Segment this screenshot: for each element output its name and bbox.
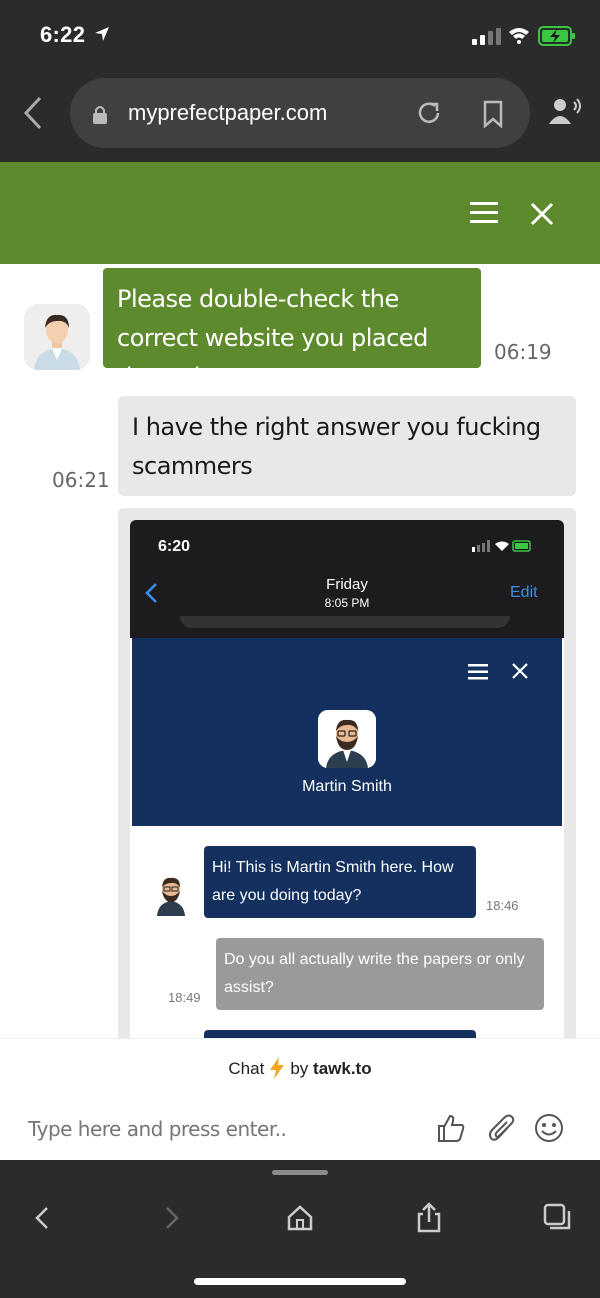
smiley-icon[interactable] <box>534 1113 564 1143</box>
menu-icon <box>468 664 488 680</box>
chat-header <box>0 162 600 264</box>
chat-label: Chat <box>228 1059 265 1078</box>
paperclip-icon[interactable] <box>488 1113 516 1143</box>
bookmark-icon[interactable] <box>482 100 504 128</box>
home-indicator <box>194 1278 406 1285</box>
back-icon[interactable] <box>28 1202 58 1234</box>
brand-label: tawk.to <box>313 1059 372 1078</box>
screenshot-message-time: 18:49 <box>168 990 201 1005</box>
visitor-message: I have the right answer you fucking scam… <box>118 396 576 496</box>
screenshot-agent-name: Martin Smith <box>302 778 392 795</box>
close-icon <box>512 663 528 679</box>
toolbar-handle[interactable] <box>272 1170 328 1175</box>
screenshot-agent-message: Hi! This is Martin Smith here. How are y… <box>204 846 476 918</box>
screenshot-date: 8:05 PM <box>324 596 370 610</box>
powered-by[interactable]: Chat by tawk.to <box>0 1057 600 1079</box>
lock-icon <box>93 106 107 124</box>
reload-icon[interactable] <box>416 100 442 126</box>
battery-icon <box>538 26 575 46</box>
browser-address-row: myprefectpaper.com <box>0 72 600 162</box>
thumbs-up-icon[interactable] <box>436 1113 466 1143</box>
lightning-icon <box>270 1057 285 1079</box>
agent-avatar <box>24 304 90 370</box>
close-icon[interactable] <box>530 202 554 226</box>
screenshot-agent-avatar <box>318 710 376 768</box>
home-icon[interactable] <box>285 1202 315 1234</box>
reader-icon[interactable] <box>548 96 582 126</box>
message-input[interactable] <box>28 1117 418 1141</box>
status-bar: 6:22 <box>0 0 600 72</box>
screenshot-edit: Edit <box>510 584 538 601</box>
screenshot-chat-header: Martin Smith <box>132 638 562 826</box>
screenshot-day: Friday <box>326 576 368 593</box>
chat-footer: Chat by tawk.to <box>0 1038 600 1160</box>
phone-screen: 6:22 myprefectpaper.com Please double-ch… <box>0 0 600 1298</box>
screenshot-message-time: 18:46 <box>486 898 519 913</box>
address-bar[interactable]: myprefectpaper.com <box>70 78 530 148</box>
screenshot-visitor-message: Do you all actually write the papers or … <box>216 938 544 1010</box>
status-time: 6:22 <box>40 22 86 47</box>
menu-icon[interactable] <box>470 202 498 224</box>
location-arrow-icon <box>95 27 109 41</box>
url-text: myprefectpaper.com <box>128 100 328 125</box>
signal-icon <box>472 28 501 45</box>
image-attachment[interactable]: 6:20 Friday 8:05 PM Edit Martin Smith Hi… <box>118 508 576 1048</box>
screenshot-agent-avatar-small <box>157 877 185 916</box>
message-time: 06:19 <box>494 340 552 364</box>
screenshot-strip <box>180 616 510 628</box>
signal-icon <box>472 540 531 552</box>
tabs-icon[interactable] <box>542 1202 572 1234</box>
browser-toolbar <box>0 1160 600 1298</box>
attached-screenshot: 6:20 Friday 8:05 PM Edit Martin Smith Hi… <box>130 520 564 1048</box>
back-icon[interactable] <box>22 96 44 130</box>
wifi-icon <box>509 28 529 44</box>
chat-widget: Please double-check the correct website … <box>0 162 600 1160</box>
screenshot-status-area: 6:20 Friday 8:05 PM Edit <box>130 520 564 638</box>
message-time: 06:21 <box>52 468 110 492</box>
forward-icon[interactable] <box>156 1202 186 1234</box>
agent-message: Please double-check the correct website … <box>103 268 481 391</box>
share-icon[interactable] <box>414 1202 444 1234</box>
by-label: by <box>290 1059 309 1078</box>
screenshot-time: 6:20 <box>158 538 191 555</box>
